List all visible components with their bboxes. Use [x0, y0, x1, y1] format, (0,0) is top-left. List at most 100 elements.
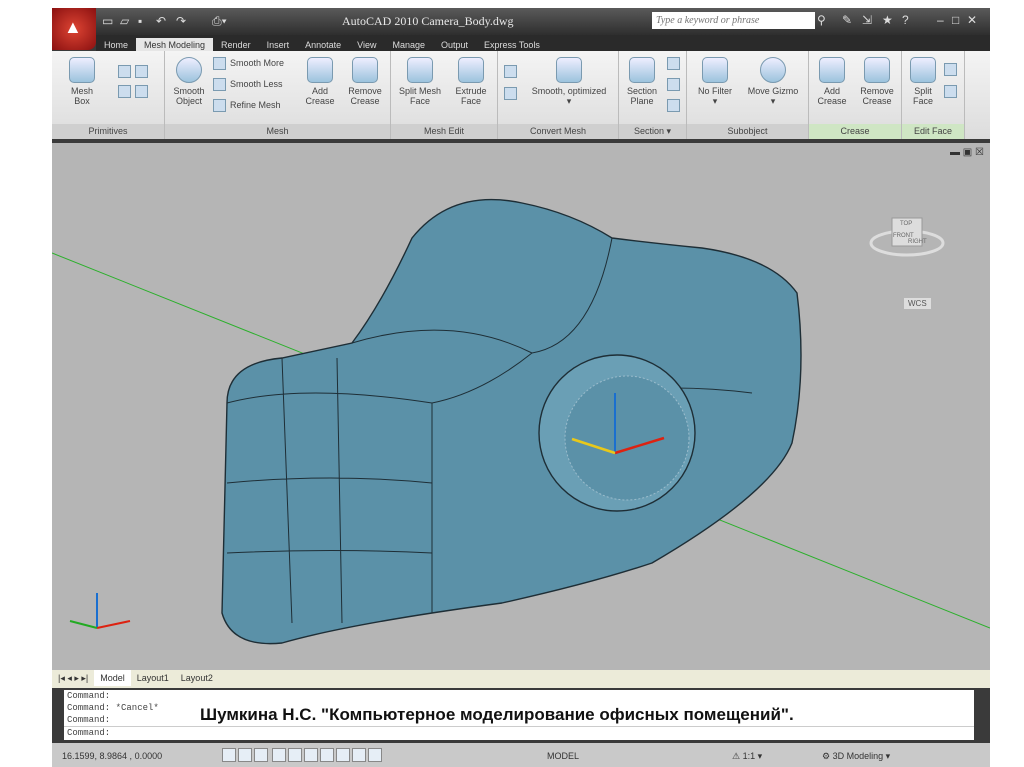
- polar-toggle[interactable]: [272, 748, 286, 762]
- split-mesh-face-button[interactable]: Split Mesh Face: [395, 57, 445, 106]
- panel-crease: Add Crease Remove Crease Crease: [809, 51, 902, 139]
- edit-face-icon[interactable]: [944, 85, 961, 98]
- add-crease-button[interactable]: Add Crease: [812, 57, 852, 106]
- no-filter-dropdown[interactable]: No Filter ▾: [693, 57, 737, 106]
- section-plane-button[interactable]: Section Plane: [622, 57, 662, 106]
- minimize-button[interactable]: –: [937, 13, 944, 27]
- section-tool-icon[interactable]: [667, 57, 684, 70]
- watermark-caption: Шумкина Н.С. "Компьютерное моделирование…: [200, 705, 794, 724]
- panel-label-edit-face: Edit Face: [902, 124, 964, 139]
- panel-label-convert-mesh: Convert Mesh: [498, 124, 618, 139]
- smooth-object-button[interactable]: Smooth Object: [169, 57, 209, 106]
- otrack-toggle[interactable]: [304, 748, 318, 762]
- tab-nav-arrows[interactable]: |◂ ◂ ▸ ▸|: [52, 670, 94, 687]
- application-menu-button[interactable]: [52, 8, 96, 50]
- panel-mesh-edit: Split Mesh Face Extrude Face Mesh Edit: [391, 51, 498, 139]
- mesh-cone-icon[interactable]: [118, 65, 152, 78]
- move-gizmo-dropdown[interactable]: Move Gizmo ▾: [745, 57, 801, 106]
- tab-view[interactable]: View: [349, 38, 384, 52]
- new-icon[interactable]: ▭: [102, 14, 113, 28]
- annotation-scale[interactable]: ⚠ 1:1 ▾: [732, 751, 762, 762]
- ribbon: Mesh Box Primitives Smooth Object Smooth…: [52, 51, 990, 139]
- tab-model[interactable]: Model: [94, 670, 131, 686]
- maximize-button[interactable]: □: [952, 13, 959, 27]
- viewcube-face-right[interactable]: RIGHT: [908, 239, 927, 245]
- drawing-viewport[interactable]: ▬ ▣ ☒ TOP FRONT RIGHT WCS: [52, 143, 990, 670]
- status-bar: 16.1599, 8.9864 , 0.0000 MODEL ⚠ 1:1 ▾ ⚙…: [52, 743, 990, 767]
- ribbon-tabs: Home Mesh Modeling Render Insert Annotate Vie…: [96, 35, 990, 52]
- panel-label-mesh-edit: Mesh Edit: [391, 124, 497, 139]
- favorites-icon[interactable]: ★: [882, 13, 893, 27]
- panel-mesh: Smooth Object Smooth More Smooth Less Re…: [165, 51, 391, 139]
- extrude-face-button[interactable]: Extrude Face: [449, 57, 493, 106]
- tab-express-tools[interactable]: Express Tools: [476, 38, 548, 52]
- tab-output[interactable]: Output: [433, 38, 476, 52]
- section-tool-icon[interactable]: [667, 99, 684, 112]
- tab-manage[interactable]: Manage: [384, 38, 433, 52]
- section-tool-icon[interactable]: [667, 78, 684, 91]
- smooth-less-button[interactable]: Smooth Less: [213, 78, 283, 91]
- panel-subobject: No Filter ▾ Move Gizmo ▾ Subobject: [687, 51, 809, 139]
- mesh-box-button[interactable]: Mesh Box: [62, 57, 102, 106]
- ducs-toggle[interactable]: [320, 748, 334, 762]
- ucs-icon: [69, 593, 131, 629]
- panel-section: Section Plane Section ▾: [619, 51, 687, 139]
- save-icon[interactable]: ▪: [138, 14, 142, 28]
- tab-render[interactable]: Render: [213, 38, 259, 52]
- qp-toggle[interactable]: [368, 748, 382, 762]
- command-input[interactable]: Command:: [64, 726, 974, 739]
- tab-layout2[interactable]: Layout2: [175, 670, 219, 686]
- smooth-optimized-dropdown[interactable]: Smooth, optimized ▾: [524, 57, 614, 106]
- redo-icon[interactable]: ↷: [176, 14, 186, 28]
- mesh-wedge-icon[interactable]: [118, 85, 152, 98]
- wcs-menu[interactable]: WCS: [904, 298, 931, 309]
- wrench-icon[interactable]: ✎: [842, 13, 852, 27]
- coordinates-readout: 16.1599, 8.9864 , 0.0000: [62, 751, 163, 761]
- snap-toggle[interactable]: [222, 748, 236, 762]
- panel-convert-mesh: Smooth, optimized ▾ Convert Mesh: [498, 51, 619, 139]
- refine-mesh-button[interactable]: Refine Mesh: [213, 99, 281, 112]
- binoculars-icon[interactable]: ⚲: [817, 13, 826, 27]
- lineweight-toggle[interactable]: [352, 748, 366, 762]
- smooth-more-button[interactable]: Smooth More: [213, 57, 284, 70]
- communication-icon[interactable]: ⇲: [862, 13, 872, 27]
- osnap-toggle[interactable]: [288, 748, 302, 762]
- ortho-toggle[interactable]: [254, 748, 268, 762]
- grid-toggle[interactable]: [238, 748, 252, 762]
- remove-crease-button[interactable]: Remove Crease: [343, 57, 387, 106]
- help-icon[interactable]: ?: [902, 13, 909, 27]
- convert-surface-icon[interactable]: [504, 87, 521, 100]
- tab-insert[interactable]: Insert: [259, 38, 298, 52]
- panel-label-subobject: Subobject: [687, 124, 808, 139]
- tab-home[interactable]: Home: [96, 38, 136, 52]
- model-space-button[interactable]: MODEL: [547, 751, 579, 761]
- open-icon[interactable]: ▱: [120, 14, 129, 28]
- autocad-window: ▭ ▱ ▪ ↶ ↷ ⎙▾ AutoCAD 2010 Camera_Body.dw…: [52, 8, 990, 767]
- tab-annotate[interactable]: Annotate: [297, 38, 349, 52]
- tab-mesh-modeling[interactable]: Mesh Modeling: [136, 38, 214, 52]
- title-bar: ▭ ▱ ▪ ↶ ↷ ⎙▾ AutoCAD 2010 Camera_Body.dw…: [52, 8, 990, 35]
- dyn-toggle[interactable]: [336, 748, 350, 762]
- remove-crease-button[interactable]: Remove Crease: [855, 57, 899, 106]
- panel-label-primitives: Primitives: [52, 124, 164, 139]
- add-crease-button[interactable]: Add Crease: [300, 57, 340, 106]
- convert-icon[interactable]: [504, 65, 521, 78]
- panel-label-crease: Crease: [809, 124, 901, 139]
- command-line: Command:: [67, 691, 111, 701]
- plot-icon[interactable]: ⎙▾: [212, 14, 227, 29]
- camera-body: [221, 198, 802, 645]
- undo-icon[interactable]: ↶: [156, 14, 166, 28]
- layout-tabs: |◂ ◂ ▸ ▸| Model Layout1 Layout2: [52, 670, 990, 688]
- camera-mesh-model: [52, 198, 990, 645]
- split-face-button[interactable]: Split Face: [905, 57, 941, 106]
- lens-face: [564, 375, 690, 501]
- close-button[interactable]: ✕: [967, 13, 977, 27]
- panel-label-section: Section ▾: [619, 124, 686, 139]
- tab-layout1[interactable]: Layout1: [131, 670, 175, 686]
- edit-face-icon[interactable]: [944, 63, 961, 76]
- search-input[interactable]: [652, 12, 815, 29]
- workspace-switch[interactable]: ⚙ 3D Modeling ▾: [822, 751, 890, 762]
- window-title: AutoCAD 2010 Camera_Body.dwg: [342, 14, 514, 28]
- panel-edit-face: Split Face Edit Face: [902, 51, 965, 139]
- viewcube-face-top[interactable]: TOP: [900, 221, 912, 227]
